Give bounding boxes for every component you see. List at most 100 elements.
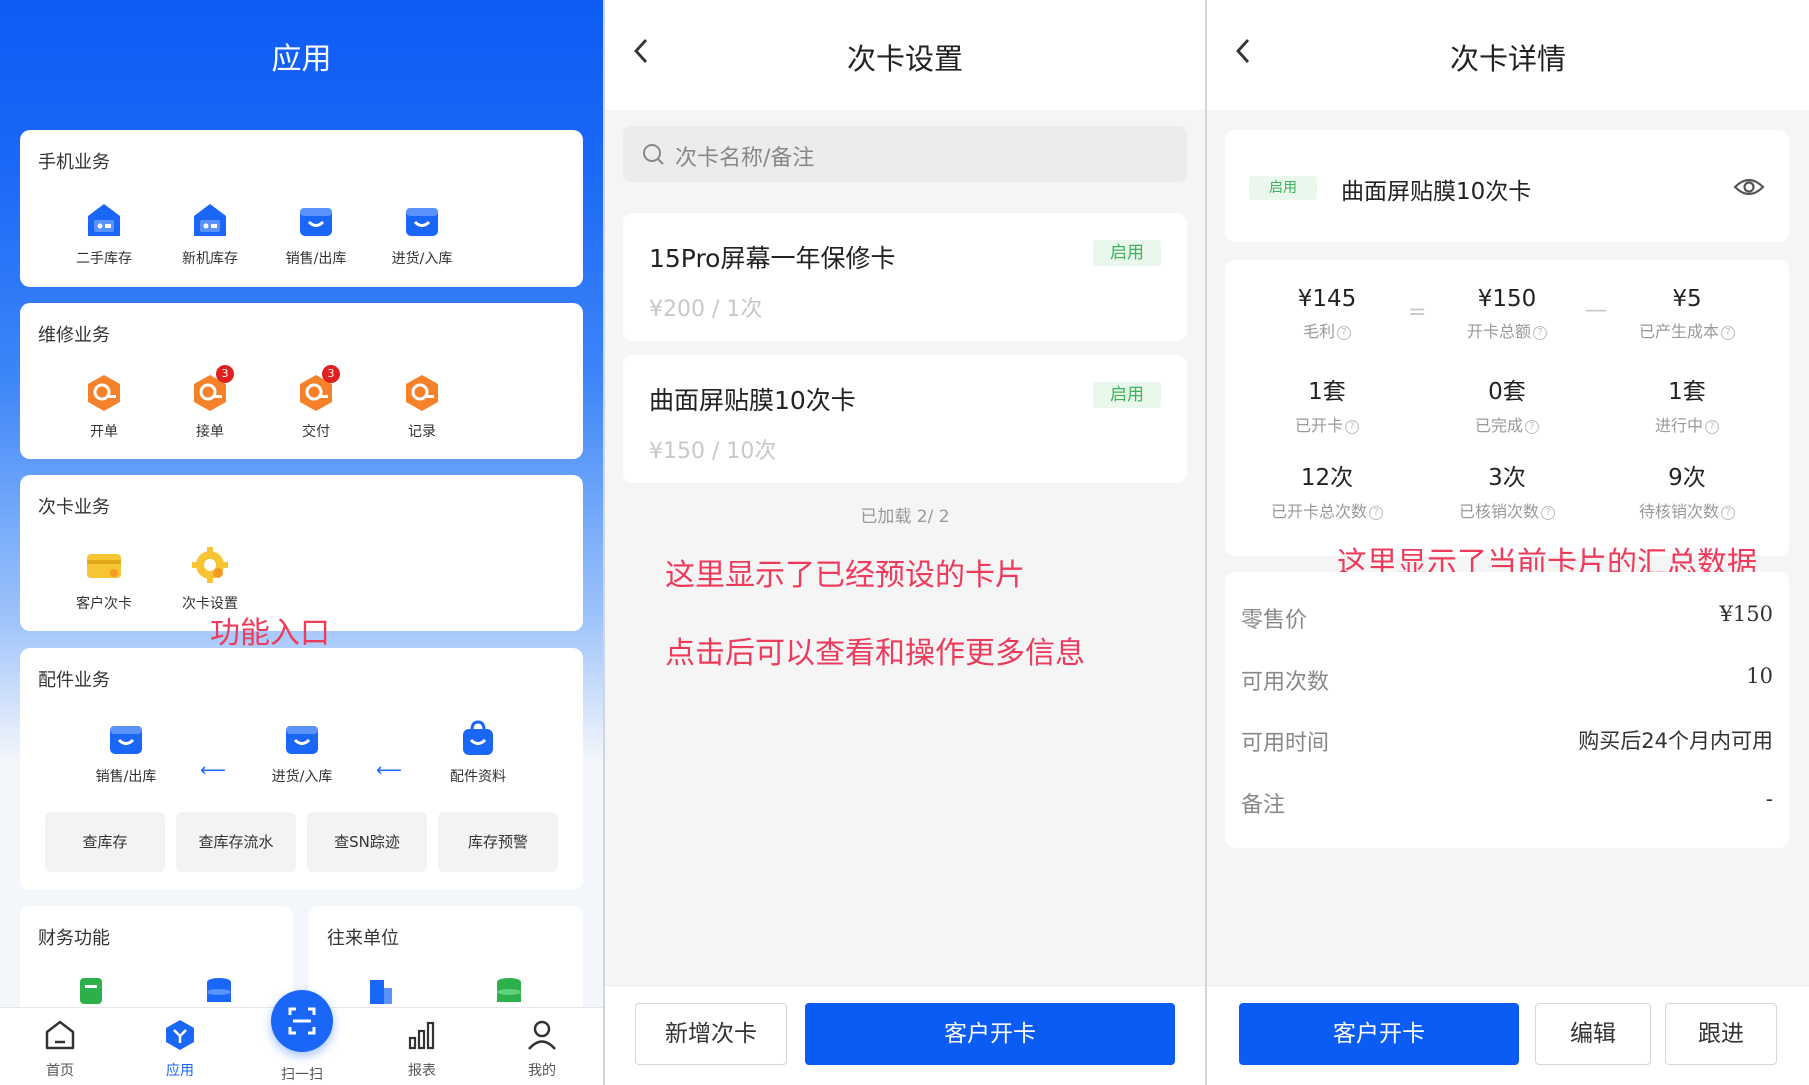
tab-home[interactable]: 首页 [10, 1018, 110, 1080]
page-title: 次卡详情 [1449, 42, 1566, 76]
tab-reports[interactable]: 报表 [372, 1018, 472, 1080]
section-title: 维修业务 [38, 325, 110, 346]
credit-card-icon [84, 545, 124, 585]
stat-pending: 9次 待核销次数? [1597, 458, 1777, 522]
wrench-hex-icon [402, 373, 442, 413]
arrow-left-icon: ⟵ [376, 760, 402, 781]
search-icon [643, 144, 664, 165]
help-icon: ? [1541, 505, 1555, 520]
card-name-card: 启用 曲面屏贴膜10次卡 [1225, 130, 1789, 242]
page-title: 次卡设置 [846, 42, 963, 76]
help-icon: ? [1533, 325, 1547, 340]
card-settings-panel: 次卡设置 次卡名称/备注 15Pro屏幕一年保修卡 ¥200 / 1次 启用 曲… [605, 0, 1205, 1085]
card-name: 曲面屏贴膜10次卡 [1341, 179, 1532, 205]
box-icon [106, 718, 146, 758]
screenshot: 应用 手机业务 二手库存 新机库存 销售/出库 进货/入库 维修业务 开单 3 … [0, 0, 1809, 1085]
app-sales-out[interactable]: 销售/出库 [266, 200, 366, 268]
app-customer-cards[interactable]: 客户次卡 [54, 545, 154, 613]
header: 次卡详情 [1207, 0, 1809, 110]
help-icon: ? [1721, 325, 1735, 340]
status-badge: 启用 [1249, 176, 1317, 200]
eye-icon[interactable] [1733, 172, 1765, 206]
stat-gross-profit: ¥145 毛利? [1297, 286, 1357, 341]
building-icon[interactable] [366, 976, 396, 1006]
app-receive-order[interactable]: 3 接单 [160, 365, 260, 441]
stat-in-progress: 1套 进行中? [1597, 372, 1777, 436]
search-input[interactable]: 次卡名称/备注 [623, 126, 1187, 182]
box-icon [402, 200, 442, 240]
phone-business-card: 手机业务 二手库存 新机库存 销售/出库 进货/入库 [20, 130, 583, 287]
bar-chart-icon [408, 1021, 435, 1050]
stat-total-uses: 12次 已开卡总次数? [1237, 458, 1417, 522]
tab-mine[interactable]: 我的 [492, 1018, 592, 1080]
card-item[interactable]: 曲面屏贴膜10次卡 ¥150 / 10次 启用 [623, 355, 1187, 483]
section-title: 手机业务 [38, 152, 110, 173]
page-title: 应用 [271, 42, 332, 77]
finance-db-icon[interactable] [204, 976, 234, 1006]
wrench-hex-icon: 3 [190, 365, 234, 413]
section-title: 次卡业务 [38, 497, 110, 518]
app-card-settings[interactable]: 次卡设置 [160, 545, 260, 613]
app-deliver[interactable]: 3 交付 [266, 365, 366, 441]
stock-flow-button[interactable]: 查库存流水 [176, 812, 296, 872]
wrench-hex-icon [84, 373, 124, 413]
annotation-click-more: 点击后可以查看和操作更多信息 [665, 636, 1085, 671]
stock-alert-button[interactable]: 库存预警 [438, 812, 558, 872]
coins-icon[interactable] [494, 976, 524, 1006]
header: 次卡设置 [605, 0, 1205, 110]
bag-icon [458, 718, 498, 758]
app-records[interactable]: 记录 [372, 373, 472, 441]
follow-up-button[interactable]: 跟进 [1665, 1003, 1777, 1065]
stat-completed: 0套 已完成? [1417, 372, 1597, 436]
section-title: 往来单位 [327, 928, 399, 949]
gear-icon [190, 545, 230, 585]
detail-row-uses: 可用次数 10 [1241, 664, 1773, 695]
wrench-hex-icon: 3 [296, 365, 340, 413]
loaded-count: 已加载 2/ 2 [860, 507, 950, 527]
app-purchase-in[interactable]: 进货/入库 [372, 200, 472, 268]
help-icon: ? [1369, 505, 1383, 520]
stat-cost: ¥5 已产生成本? [1597, 286, 1777, 342]
help-icon: ? [1525, 419, 1539, 434]
edit-button[interactable]: 编辑 [1535, 1003, 1651, 1065]
status-badge: 启用 [1093, 382, 1161, 408]
detail-row-remark: 备注 - [1241, 787, 1773, 818]
sn-trace-button[interactable]: 查SN踪迹 [307, 812, 427, 872]
home-icon [45, 1020, 75, 1050]
section-title: 配件业务 [38, 670, 110, 691]
app-used-stock[interactable]: 二手库存 [54, 200, 154, 268]
help-icon: ? [1345, 419, 1359, 434]
stat-opened: 1套 已开卡? [1237, 372, 1417, 436]
tab-apps[interactable]: 应用 [130, 1018, 230, 1080]
open-customer-card-button[interactable]: 客户开卡 [1239, 1003, 1519, 1065]
open-customer-card-button[interactable]: 客户开卡 [805, 1003, 1175, 1065]
app-parts-purchase[interactable]: 进货/入库 [252, 718, 352, 786]
app-open-order[interactable]: 开单 [54, 373, 154, 441]
card-item[interactable]: 15Pro屏幕一年保修卡 ¥200 / 1次 启用 [623, 213, 1187, 341]
house-icon [84, 200, 124, 240]
add-card-button[interactable]: 新增次卡 [635, 1003, 787, 1065]
summary-card: ¥145 毛利? = ¥150 开卡总额? — ¥5 已产生成本? 1套 已开卡? 0套… [1225, 260, 1789, 556]
arrow-left-icon: ⟵ [200, 760, 226, 781]
status-badge: 启用 [1093, 240, 1161, 266]
app-parts-info[interactable]: 配件资料 [428, 718, 528, 786]
apps-hex-icon [166, 1020, 194, 1050]
app-parts-sales[interactable]: 销售/出库 [76, 718, 176, 786]
app-new-stock[interactable]: 新机库存 [160, 200, 260, 268]
tab-scan-label[interactable]: 扫一扫 [252, 1064, 352, 1084]
box-icon [296, 200, 336, 240]
notification-badge: 3 [322, 365, 340, 383]
annotation-function-entry: 功能入口 [210, 616, 330, 651]
detail-row-valid-time: 可用时间 购买后24个月内可用 [1241, 729, 1773, 756]
help-icon: ? [1705, 419, 1719, 434]
check-stock-button[interactable]: 查库存 [45, 812, 165, 872]
scan-icon [288, 1007, 316, 1035]
detail-row-retail-price: 零售价 ¥150 [1241, 602, 1773, 633]
repair-business-card: 维修业务 开单 3 接单 3 交付 记录 [20, 303, 583, 459]
scan-button[interactable] [271, 990, 333, 1052]
help-icon: ? [1721, 505, 1735, 520]
bottom-bar: 新增次卡 客户开卡 [605, 985, 1205, 1085]
card-detail-panel: 次卡详情 启用 曲面屏贴膜10次卡 ¥145 毛利? = ¥150 开卡总额? — … [1207, 0, 1809, 1085]
finance-doc-icon[interactable] [76, 976, 106, 1006]
section-title: 财务功能 [38, 928, 110, 949]
